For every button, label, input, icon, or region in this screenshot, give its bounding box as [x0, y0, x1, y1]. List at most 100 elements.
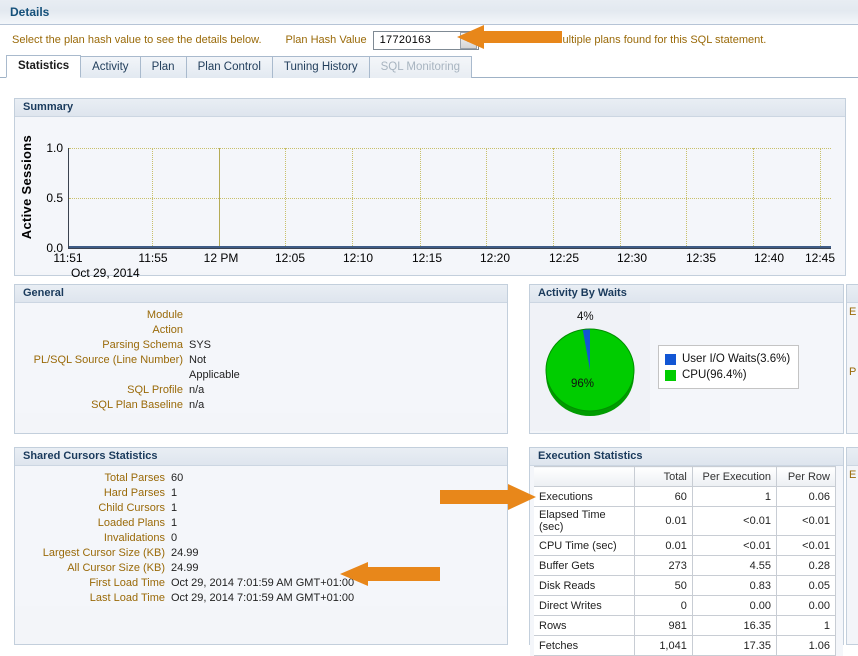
shared-cursors-value: 1	[171, 516, 177, 531]
plan-hash-bar: Select the plan hash value to see the de…	[0, 25, 858, 55]
chart-gridline-v-9	[753, 148, 754, 248]
general-row: SQL Profilen/a	[15, 383, 507, 398]
chart-gridline-v-4	[420, 148, 421, 248]
column-header-blank	[534, 467, 635, 487]
activity-by-waits-body: 4% 96% User I/O Waits(3.6%) CPU(96.4%)	[530, 303, 843, 431]
shared-cursors-label: Largest Cursor Size (KB)	[15, 546, 171, 561]
chart-gridline-v-8	[686, 148, 687, 248]
clipped-panel-label-2: P	[847, 318, 858, 378]
chart-gridline-h-1	[69, 148, 831, 149]
table-row: CPU Time (sec)0.01<0.01<0.01	[534, 536, 836, 556]
row-total: 0.01	[635, 536, 693, 556]
summary-panel: Summary Active Sessions 1.0 0.5 0.0	[14, 98, 846, 276]
chart-gridline-v-6	[553, 148, 554, 248]
chart-y-tick-1: 0.5	[33, 191, 63, 205]
clipped-panel-head	[847, 285, 858, 303]
general-row: Parsing SchemaSYS	[15, 338, 507, 353]
chart-x-tick-11: 12:45	[805, 251, 835, 265]
tab-plan-control[interactable]: Plan Control	[186, 56, 273, 78]
tab-activity[interactable]: Activity	[80, 56, 140, 78]
chart-gridline-v-3	[352, 148, 353, 248]
shared-cursors-label: All Cursor Size (KB)	[15, 561, 171, 576]
legend-item-userio: User I/O Waits(3.6%)	[665, 351, 790, 367]
plan-hash-selected-value: 17720163	[374, 34, 460, 46]
row-per-row: 1	[777, 616, 836, 636]
shared-cursors-value: 0	[171, 531, 177, 546]
legend-label-cpu: CPU(96.4%)	[682, 367, 747, 383]
row-name: Disk Reads	[534, 576, 635, 596]
legend-item-cpu: CPU(96.4%)	[665, 367, 790, 383]
column-header-total: Total	[635, 467, 693, 487]
tab-statistics[interactable]: Statistics	[6, 55, 81, 78]
general-label: Module	[15, 308, 189, 323]
chart-gridline-v-7	[620, 148, 621, 248]
row-total: 0.01	[635, 507, 693, 536]
chart-x-tick-6: 12:20	[480, 251, 510, 265]
chart-gridline-v-10	[820, 148, 821, 248]
table-row: Executions6010.06	[534, 487, 836, 507]
general-row: Applicable	[15, 368, 507, 383]
general-row: Module	[15, 308, 507, 323]
shared-cursors-label: Child Cursors	[15, 501, 171, 516]
general-label	[15, 368, 189, 383]
general-value: Applicable	[189, 368, 240, 383]
row-per-row: <0.01	[777, 536, 836, 556]
shared-cursors-label: Invalidations	[15, 531, 171, 546]
row-name: Direct Writes	[534, 596, 635, 616]
shared-cursors-value: Oct 29, 2014 7:01:59 AM GMT+01:00	[171, 576, 354, 591]
clipped-panel-label-3: E	[847, 466, 858, 481]
row-total: 273	[635, 556, 693, 576]
tab-tuning-history[interactable]: Tuning History	[272, 56, 370, 78]
row-per-execution: 4.55	[692, 556, 776, 576]
row-per-row: 0.00	[777, 596, 836, 616]
tab-sql-monitoring: SQL Monitoring	[369, 56, 472, 78]
shared-cursors-label: First Load Time	[15, 576, 171, 591]
table-row: Rows98116.351	[534, 616, 836, 636]
shared-cursors-value: 24.99	[171, 546, 199, 561]
clipped-panel-head-2	[847, 448, 858, 466]
details-page: Details Select the plan hash value to se…	[0, 0, 858, 655]
clipped-panel-label: E	[847, 303, 858, 318]
row-per-execution: <0.01	[692, 507, 776, 536]
general-row: PL/SQL Source (Line Number)Not	[15, 353, 507, 368]
chart-x-tick-0: 11:51	[53, 251, 82, 265]
column-header-per-execution: Per Execution	[692, 467, 776, 487]
row-name: Fetches	[534, 636, 635, 656]
row-total: 1,041	[635, 636, 693, 656]
plan-hash-hint: Select the plan hash value to see the de…	[12, 34, 262, 46]
row-name: CPU Time (sec)	[534, 536, 635, 556]
row-name: Buffer Gets	[534, 556, 635, 576]
shared-cursors-value: 60	[171, 471, 183, 486]
shared-cursors-value: 1	[171, 486, 177, 501]
pie-legend: User I/O Waits(3.6%) CPU(96.4%)	[658, 345, 799, 389]
chart-gridline-v-5	[486, 148, 487, 248]
arrow-to-executions-icon	[440, 483, 536, 511]
clipped-panel-bottom-right: E	[846, 447, 858, 645]
shared-cursors-value: 1	[171, 501, 177, 516]
chart-gridline-v-1	[152, 148, 153, 248]
chart-x-tick-1: 11:55	[138, 251, 167, 265]
chart-gridline-v-noon	[219, 148, 220, 248]
general-panel-title: General	[15, 285, 507, 303]
table-header-row: Total Per Execution Per Row	[534, 467, 836, 487]
legend-label-userio: User I/O Waits(3.6%)	[682, 351, 790, 367]
chart-plot-area	[68, 148, 831, 249]
general-panel-body: Module Action Parsing SchemaSYS PL/SQL S…	[15, 303, 507, 413]
chart-gridline-h-2	[69, 198, 831, 199]
shared-cursors-row: Invalidations0	[15, 531, 507, 546]
chart-x-tick-2: 12 PM	[204, 251, 239, 265]
row-per-row: 0.28	[777, 556, 836, 576]
chart-y-axis-label: Active Sessions	[19, 135, 34, 239]
page-title: Details	[0, 5, 49, 19]
chart-x-tick-9: 12:35	[686, 251, 716, 265]
chart-series-active-sessions	[69, 246, 831, 248]
shared-cursors-label: Last Load Time	[15, 591, 171, 606]
general-label: SQL Profile	[15, 383, 189, 398]
row-total: 50	[635, 576, 693, 596]
legend-swatch-userio-icon	[665, 354, 676, 365]
plan-hash-label: Plan Hash Value	[286, 34, 367, 46]
tab-plan[interactable]: Plan	[140, 56, 187, 78]
general-value: SYS	[189, 338, 211, 353]
general-label: PL/SQL Source (Line Number)	[15, 353, 189, 368]
detail-tabs: Statistics Activity Plan Plan Control Tu…	[0, 55, 858, 78]
